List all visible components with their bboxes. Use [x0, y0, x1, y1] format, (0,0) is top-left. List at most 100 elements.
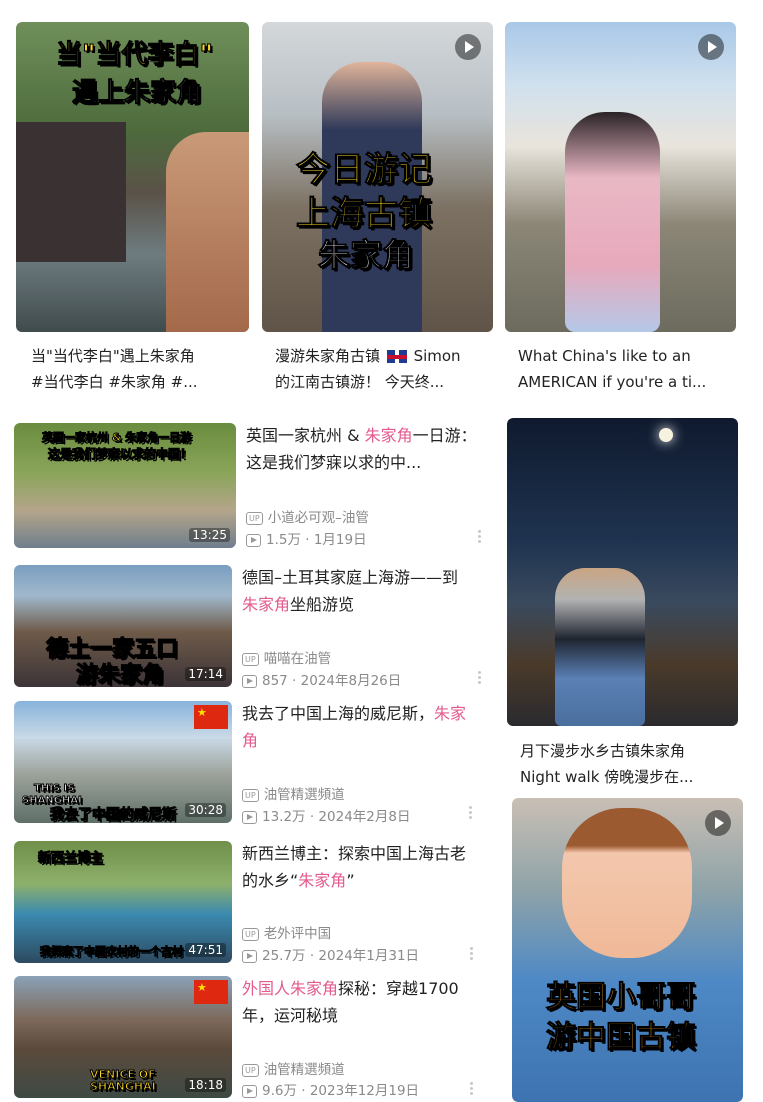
play-count-icon: [246, 533, 261, 547]
channel-name: 小道必可观–油管: [267, 510, 369, 526]
thumb-overlay-text: THIS IS: [34, 783, 76, 795]
note-card-4[interactable]: 月下漫步水乡古镇朱家角 Night walk 傍晚漫步在...: [507, 418, 738, 793]
channel-name: 油管精選頻道: [263, 787, 345, 803]
thumb-overlay-text: 遇上朱家角: [71, 78, 203, 109]
duration-label: 30:28: [185, 803, 226, 817]
play-count-icon: [242, 949, 257, 963]
note-card-5[interactable]: 英国小哥哥 游中国古镇: [512, 798, 743, 1102]
thumb-overlay-text: 游朱家角: [75, 663, 165, 688]
video-stats: 1.5万 · 1月19日: [266, 532, 367, 548]
video-title[interactable]: 外国人朱家角探秘：穿越1700年，运河秘境: [242, 975, 474, 1029]
duration-label: 17:14: [185, 667, 226, 681]
thumb-overlay-text: 这是我们梦寐以求的中国！: [47, 447, 193, 462]
title-text: 我去了中国上海的威尼斯，: [242, 704, 435, 723]
channel-row[interactable]: UP 小道必可观–油管: [246, 506, 369, 526]
up-icon: UP: [242, 652, 259, 666]
note-caption[interactable]: 漫游朱家角古镇 Simon: [275, 343, 461, 369]
thumb-overlay-text: SHANGHAI: [90, 1080, 157, 1094]
uk-flag-icon: [386, 350, 407, 363]
video-thumbnail[interactable]: THIS IS SHANGHAI 我去了中国的威尼斯 30:28: [14, 701, 232, 823]
note-thumbnail[interactable]: 今日游记 上海古镇 朱家角: [262, 22, 493, 332]
duration-label: 47:51: [185, 943, 226, 957]
title-text: 坐船游览: [290, 595, 355, 614]
channel-name: 油管精選頻道: [263, 1062, 345, 1078]
note-caption[interactable]: Night walk 傍晚漫步在...: [520, 764, 693, 790]
duration-label: 13:25: [189, 528, 230, 542]
note-card-1[interactable]: 当"当代李白" 遇上朱家角 当"当代李白"遇上朱家角 #当代李白 #朱家角 #.…: [16, 22, 249, 397]
note-card-2[interactable]: 今日游记 上海古镇 朱家角 漫游朱家角古镇 Simon 的江南古镇游！ 今天终.…: [262, 22, 493, 397]
title-text: 德国–土耳其家庭上海游——到: [242, 568, 459, 587]
video-item-5[interactable]: VENICE OF SHANGHAI 18:18 外国人朱家角探秘：穿越1700…: [14, 972, 494, 1102]
video-item-2[interactable]: 德土一家五口 游朱家角 17:14 德国–土耳其家庭上海游——到朱家角坐船游览 …: [14, 560, 494, 695]
note-caption-part: 漫游朱家角古镇: [275, 347, 381, 365]
note-caption[interactable]: 月下漫步水乡古镇朱家角: [520, 738, 685, 764]
more-options-icon[interactable]: [469, 806, 472, 821]
note-caption[interactable]: 的江南古镇游！ 今天终...: [275, 369, 444, 395]
stats-row: 1.5万 · 1月19日: [246, 528, 367, 548]
channel-row[interactable]: UP 油管精選頻道: [242, 1058, 345, 1078]
note-caption[interactable]: What China's like to an: [518, 343, 691, 369]
video-thumbnail[interactable]: 新西兰博主 我探索了中国农村的一个古村 47:51: [14, 841, 232, 963]
thumb-overlay-text: 游中国古镇: [546, 1020, 697, 1056]
note-thumbnail[interactable]: [507, 418, 738, 726]
up-icon: UP: [242, 1063, 259, 1077]
channel-name: 喵喵在油管: [263, 651, 332, 667]
channel-row[interactable]: UP 喵喵在油管: [242, 647, 331, 667]
video-stats: 25.7万 · 2024年1月31日: [262, 948, 420, 964]
thumb-overlay-text: 我探索了中国农村的一个古村: [40, 945, 184, 959]
note-caption[interactable]: AMERICAN if you're a ti...: [518, 369, 706, 395]
stats-row: 9.6万 · 2023年12月19日: [242, 1079, 419, 1099]
note-caption-part: Simon: [413, 347, 461, 365]
more-options-icon[interactable]: [470, 947, 473, 962]
play-icon: [455, 34, 481, 60]
play-count-icon: [242, 810, 257, 824]
up-icon: UP: [242, 927, 259, 941]
thumb-overlay-text: 我去了中国的威尼斯: [50, 807, 177, 824]
note-thumbnail[interactable]: 英国小哥哥 游中国古镇: [512, 798, 743, 1102]
video-item-4[interactable]: 新西兰博主 我探索了中国农村的一个古村 47:51 新西兰博主：探索中国上海古老…: [14, 836, 494, 971]
video-item-1[interactable]: 英国一家杭州 & 朱家角一日游 这是我们梦寐以求的中国！ 13:25 英国一家杭…: [14, 418, 494, 553]
channel-row[interactable]: UP 油管精選頻道: [242, 783, 345, 803]
up-icon: UP: [246, 511, 263, 525]
video-title[interactable]: 英国一家杭州 & 朱家角一日游：这是我们梦寐以求的中...: [246, 422, 484, 476]
title-highlight: 朱家角: [242, 595, 291, 614]
play-icon: [698, 34, 724, 60]
video-title[interactable]: 新西兰博主：探索中国上海古老的水乡“朱家角”: [242, 840, 474, 894]
title-text: ”: [346, 871, 355, 890]
video-thumbnail[interactable]: VENICE OF SHANGHAI 18:18: [14, 976, 232, 1098]
title-highlight: 外国人朱家角: [242, 979, 339, 998]
video-thumbnail[interactable]: 英国一家杭州 & 朱家角一日游 这是我们梦寐以求的中国！ 13:25: [14, 423, 236, 548]
note-thumbnail[interactable]: [505, 22, 736, 332]
video-thumbnail[interactable]: 德土一家五口 游朱家角 17:14: [14, 565, 232, 687]
china-flag-icon: [194, 980, 228, 1004]
channel-row[interactable]: UP 老外评中国: [242, 922, 331, 942]
moon-icon: [659, 428, 673, 442]
video-item-3[interactable]: THIS IS SHANGHAI 我去了中国的威尼斯 30:28 我去了中国上海…: [14, 696, 494, 831]
video-stats: 9.6万 · 2023年12月19日: [262, 1083, 420, 1099]
more-options-icon[interactable]: [478, 530, 481, 545]
thumb-overlay-text: 上海古镇: [296, 194, 433, 235]
play-count-icon: [242, 674, 257, 688]
video-title[interactable]: 德国–土耳其家庭上海游——到朱家角坐船游览: [242, 564, 474, 618]
channel-name: 老外评中国: [263, 926, 332, 942]
note-caption[interactable]: #当代李白 #朱家角 #...: [31, 369, 198, 395]
china-flag-icon: [194, 705, 228, 729]
note-card-3[interactable]: What China's like to an AMERICAN if you'…: [505, 22, 736, 397]
thumb-overlay-text: 朱家角: [317, 236, 415, 275]
note-caption[interactable]: 当"当代李白"遇上朱家角: [31, 343, 195, 369]
stats-row: 857 · 2024年8月26日: [242, 669, 401, 689]
title-text: 英国一家杭州 &: [246, 426, 365, 445]
thumb-overlay-text: 英国一家杭州 & 朱家角一日游: [41, 431, 192, 445]
thumb-overlay-text: 今日游记: [296, 150, 433, 191]
more-options-icon[interactable]: [478, 671, 481, 686]
play-icon: [705, 810, 731, 836]
note-thumbnail[interactable]: 当"当代李白" 遇上朱家角: [16, 22, 249, 332]
video-title[interactable]: 我去了中国上海的威尼斯，朱家角: [242, 700, 474, 754]
duration-label: 18:18: [185, 1078, 226, 1092]
thumb-overlay-text: 英国小哥哥: [546, 980, 697, 1016]
video-stats: 857 · 2024年8月26日: [262, 673, 402, 689]
thumb-overlay-text: 新西兰博主: [37, 851, 104, 867]
stats-row: 13.2万 · 2024年2月8日: [242, 805, 410, 825]
more-options-icon[interactable]: [470, 1082, 473, 1097]
stats-row: 25.7万 · 2024年1月31日: [242, 944, 419, 964]
